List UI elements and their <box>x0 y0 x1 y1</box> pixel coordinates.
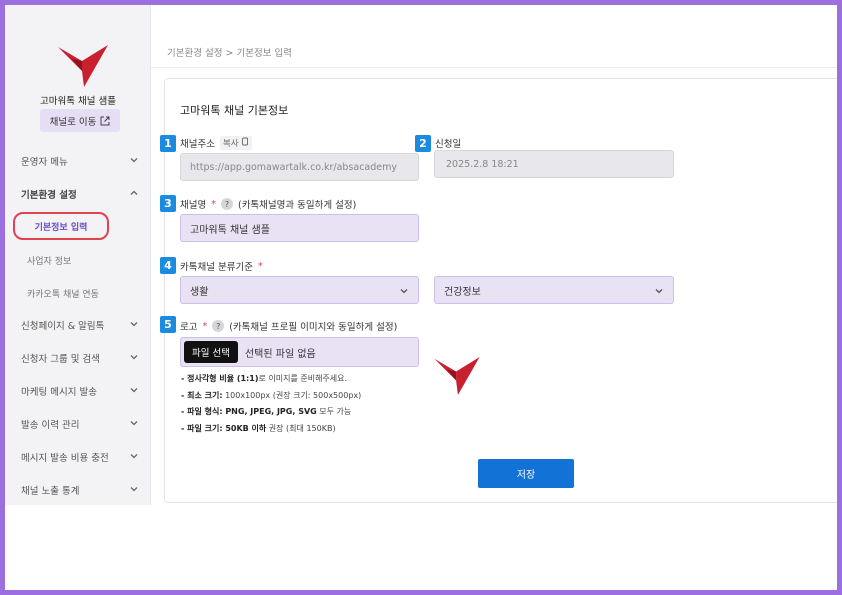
copy-icon <box>242 137 249 146</box>
step-badge-5: 5 <box>160 316 176 333</box>
logo-label: 로고 * ? (카톡채널 프로필 이미지와 동일하게 설정) <box>180 319 397 333</box>
channel-url-input: https://app.gomawartalk.co.kr/absacademy <box>180 153 419 181</box>
brand-name: 고마워톡 채널 샘플 <box>40 96 116 107</box>
category-label: 카톡채널 분류기준 * <box>180 259 263 274</box>
rule-strong: - 최소 크기: <box>181 390 223 400</box>
copy-button[interactable]: 복사 <box>219 136 253 150</box>
chevron-down-icon <box>130 421 138 426</box>
logo-file-input[interactable]: 파일 선택 선택된 파일 없음 <box>180 337 419 367</box>
category-secondary-value: 건강정보 <box>444 286 481 298</box>
step-badge-2: 2 <box>415 135 431 152</box>
channel-name-hint: (카톡채널명과 동일하게 설정) <box>237 200 357 211</box>
step-badge-1: 1 <box>160 135 176 152</box>
copy-label: 복사 <box>222 139 239 149</box>
sidebar: 고마워톡 채널 샘플 채널로 이동 운영자 메뉴 기본환경 설정 기본정보 입력… <box>5 5 151 505</box>
channel-url-label-text: 채널주소 <box>180 139 215 150</box>
chevron-down-icon <box>130 388 138 393</box>
help-icon[interactable]: ? <box>212 320 225 332</box>
channel-url-label: 채널주소 복사 <box>180 136 253 150</box>
nav-label: 채널 노출 통계 <box>21 486 80 497</box>
app-frame: 고마워톡 채널 샘플 채널로 이동 운영자 메뉴 기본환경 설정 기본정보 입력… <box>5 5 837 590</box>
nav-charge[interactable]: 메시지 발송 비용 충전 <box>5 442 151 472</box>
apply-date-label: 신청일 <box>435 139 462 150</box>
channel-name-label-text: 채널명 <box>180 200 207 211</box>
chevron-down-icon <box>400 289 408 294</box>
chevron-down-icon <box>130 158 138 163</box>
save-button[interactable]: 저장 <box>478 459 574 488</box>
rule-strong: - 파일 크기: 50KB 이하 <box>181 423 267 433</box>
nav-label: 신청자 그룹 및 검색 <box>21 354 100 365</box>
nav-apply-page[interactable]: 신청페이지 & 알림톡 <box>5 310 151 340</box>
category-primary-select[interactable]: 생활 <box>180 276 419 304</box>
rule-text: 로 이미지를 준비해주세요. <box>258 374 348 383</box>
required-mark: * <box>211 198 216 210</box>
apply-date-input: 2025.2.8 18:21 <box>434 150 674 178</box>
chevron-down-icon <box>130 322 138 327</box>
chevron-down-icon <box>130 454 138 459</box>
help-icon[interactable]: ? <box>220 198 233 210</box>
logo-hint: (카톡채널 프로필 이미지와 동일하게 설정) <box>229 322 398 333</box>
nav-applicant-group[interactable]: 신청자 그룹 및 검색 <box>5 343 151 373</box>
chevron-up-icon <box>130 190 138 195</box>
nav-send-history[interactable]: 발송 이력 관리 <box>5 409 151 439</box>
logo-rule: - 최소 크기: 100x100px (권장 크기: 500x500px) <box>181 388 361 405</box>
nav-sub-kakao-link[interactable]: 카카오톡 채널 연동 <box>27 287 99 300</box>
brand-watermark-icon <box>434 357 480 395</box>
file-status: 선택된 파일 없음 <box>244 348 316 360</box>
logo-rules: - 정사각형 비율 (1:1)로 이미지를 준비해주세요. - 최소 크기: 1… <box>181 371 361 437</box>
nav-label: 발송 이력 관리 <box>21 420 80 431</box>
external-link-icon <box>100 116 110 125</box>
apply-date-value: 2025.2.8 18:21 <box>446 158 519 170</box>
category-secondary-select[interactable]: 건강정보 <box>434 276 674 304</box>
rule-text: 모두 가능 <box>316 407 352 416</box>
logo-rule: - 정사각형 비율 (1:1)로 이미지를 준비해주세요. <box>181 371 361 388</box>
logo-rule: - 파일 크기: 50KB 이하 권장 (최대 150KB) <box>181 421 361 438</box>
nav-operator-menu[interactable]: 운영자 메뉴 <box>5 146 151 176</box>
goto-channel-button[interactable]: 채널로 이동 <box>40 109 120 132</box>
nav-basic-settings[interactable]: 기본환경 설정 <box>5 179 151 209</box>
nav-channel-stats[interactable]: 채널 노출 통계 <box>5 475 151 505</box>
rule-text: 권장 (최대 150KB) <box>266 423 336 433</box>
goto-channel-label: 채널로 이동 <box>49 116 97 128</box>
channel-name-label: 채널명 * ? (카톡채널명과 동일하게 설정) <box>180 197 356 211</box>
nav-label: 메시지 발송 비용 충전 <box>21 453 109 464</box>
logo-label-text: 로고 <box>180 322 198 333</box>
rule-text: 100x100px (권장 크기: 500x500px) <box>222 390 362 400</box>
required-mark: * <box>202 320 208 332</box>
step-badge-3: 3 <box>160 195 176 212</box>
nav-label: 신청페이지 & 알림톡 <box>21 321 105 332</box>
chevron-down-icon <box>130 487 138 492</box>
chevron-down-icon <box>130 355 138 360</box>
rule-strong: - 파일 형식: PNG, JPEG, JPG, SVG <box>181 407 317 416</box>
required-mark: * <box>257 260 263 272</box>
channel-name-input[interactable]: 고마워톡 채널 샘플 <box>180 214 419 242</box>
logo-rule: - 파일 형식: PNG, JPEG, JPG, SVG 모두 가능 <box>181 404 361 421</box>
file-select-button[interactable]: 파일 선택 <box>184 341 238 363</box>
form-title: 고마워톡 채널 기본정보 <box>180 104 289 117</box>
nav-sub-business-info[interactable]: 사업자 정보 <box>27 254 71 267</box>
nav-sub-basic-info[interactable]: 기본정보 입력 <box>13 212 109 240</box>
divider <box>151 67 837 68</box>
breadcrumb: 기본환경 설정 > 기본정보 입력 <box>167 48 292 59</box>
rule-strong: - 정사각형 비율 (1:1) <box>181 374 259 383</box>
category-primary-value: 생활 <box>190 286 209 298</box>
nav-label: 운영자 메뉴 <box>21 157 68 168</box>
chevron-down-icon <box>655 289 663 294</box>
step-badge-4: 4 <box>160 257 176 274</box>
category-label-text: 카톡채널 분류기준 <box>180 262 253 273</box>
nav-label: 마케팅 메시지 발송 <box>21 387 97 398</box>
brand-logo-icon <box>58 45 108 87</box>
nav-label: 기본환경 설정 <box>21 190 77 201</box>
nav-marketing-message[interactable]: 마케팅 메시지 발송 <box>5 376 151 406</box>
